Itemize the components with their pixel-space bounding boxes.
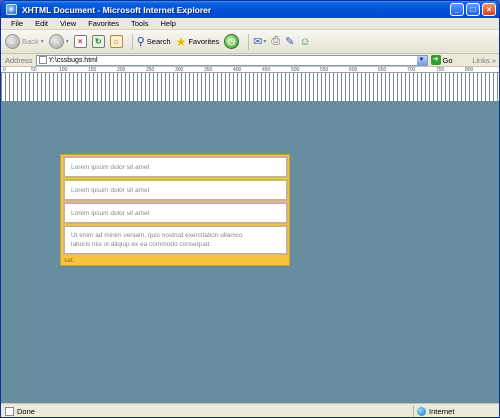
- go-button[interactable]: ➜ Go: [430, 55, 453, 65]
- ruler-tick: 800: [465, 67, 474, 73]
- status-text: Done: [17, 407, 35, 416]
- ruler-tick: 250: [146, 67, 155, 73]
- overflow-text: vat.: [64, 257, 75, 264]
- ruler-tick: 650: [378, 67, 387, 73]
- address-input[interactable]: Y:\cssbugs.html ▼: [35, 54, 428, 66]
- ie-logo-icon: e: [6, 4, 17, 15]
- ruler-tick: 750: [436, 67, 445, 73]
- address-label: Address: [5, 55, 33, 65]
- security-zone[interactable]: Internet: [413, 405, 499, 417]
- ruler-tick: 400: [233, 67, 242, 73]
- search-label: Search: [146, 37, 171, 46]
- globe-icon: [417, 407, 426, 416]
- pixel-ruler: 0 50 100 150 200 250 300 350 400 450 500…: [1, 67, 499, 101]
- go-arrow-icon: ➜: [430, 55, 441, 65]
- ruler-tick: 550: [320, 67, 329, 73]
- edit-icon: ✎: [285, 36, 295, 48]
- ruler-tick: 500: [291, 67, 300, 73]
- page-done-icon: [5, 407, 14, 416]
- forward-icon: →: [48, 34, 64, 49]
- minimize-button[interactable]: _: [450, 3, 464, 16]
- ruler-numbers: 0 50 100 150 200 250 300 350 400 450 500…: [1, 67, 499, 73]
- close-button[interactable]: ×: [482, 3, 496, 16]
- paragraph-item: Ut enim ad minim veniam, quis nostrud ex…: [63, 225, 288, 255]
- ruler-tick: 0: [3, 67, 6, 73]
- title-bar[interactable]: e XHTML Document - Microsoft Internet Ex…: [1, 1, 499, 18]
- paragraph-line: Ut enim ad minim veniam, quis nostrud ex…: [71, 232, 243, 239]
- toolbar-separator: [131, 33, 133, 50]
- browser-window: e XHTML Document - Microsoft Internet Ex…: [0, 0, 500, 418]
- window-title: XHTML Document - Microsoft Internet Expl…: [22, 4, 212, 15]
- page-icon: [38, 56, 47, 64]
- back-dropdown-icon[interactable]: ▾: [41, 38, 44, 45]
- search-icon: ⚲: [136, 36, 145, 48]
- paragraph-line: laboris nisi ut aliquip ex ea commodo co…: [71, 241, 212, 248]
- ruler-tick: 600: [349, 67, 358, 73]
- ruler-tick: 700: [407, 67, 416, 73]
- messenger-icon: ☺: [299, 35, 311, 48]
- menu-bar: File Edit View Favorites Tools Help: [1, 18, 499, 30]
- list-item-text: Lorem ipsum dolor sit amet: [71, 163, 150, 171]
- mail-button[interactable]: ✉ ▾: [253, 35, 266, 48]
- stop-icon: ×: [73, 35, 87, 48]
- menu-view[interactable]: View: [54, 19, 82, 28]
- toolbar-separator: [248, 33, 250, 50]
- status-bar: Done Internet: [1, 403, 499, 417]
- ruler-tick: 200: [117, 67, 126, 73]
- menu-favorites[interactable]: Favorites: [82, 19, 125, 28]
- links-label: Links: [472, 55, 490, 65]
- page-viewport: 0 50 100 150 200 250 300 350 400 450 500…: [1, 67, 499, 403]
- refresh-button[interactable]: ↻: [91, 35, 105, 48]
- history-icon: ◷: [224, 34, 240, 49]
- forward-dropdown-icon[interactable]: ▾: [66, 38, 69, 45]
- maximize-button[interactable]: □: [466, 3, 480, 16]
- mail-dropdown-icon[interactable]: ▾: [263, 38, 266, 45]
- links-button[interactable]: Links »: [472, 56, 496, 65]
- standard-toolbar: ← Back ▾ → ▾ × ↻ ⌂ ⚲ Search ★ Favorites …: [1, 30, 499, 54]
- favorites-star-icon: ★: [175, 34, 187, 49]
- ruler-tick: 50: [31, 67, 37, 73]
- mail-icon: ✉: [253, 36, 263, 48]
- go-label: Go: [442, 55, 453, 65]
- list-item: Lorem ipsum dolor sit amet: [63, 156, 288, 178]
- menu-edit[interactable]: Edit: [29, 19, 54, 28]
- back-label: Back: [22, 37, 39, 46]
- search-button[interactable]: ⚲ Search: [137, 35, 171, 48]
- stop-button[interactable]: ×: [73, 35, 87, 48]
- list-item: Lorem ipsum dolor sit amet: [63, 179, 288, 201]
- menu-file[interactable]: File: [5, 19, 29, 28]
- edit-button[interactable]: ✎: [285, 35, 294, 48]
- list-item: Lorem ipsum dolor sit amet: [63, 202, 288, 224]
- zone-label: Internet: [429, 407, 455, 416]
- home-button[interactable]: ⌂: [109, 35, 123, 48]
- favorites-button[interactable]: ★ Favorites: [176, 35, 220, 49]
- paragraph-text: Ut enim ad minim veniam, quis nostrud ex…: [71, 231, 243, 249]
- messenger-button[interactable]: ☺: [299, 36, 310, 48]
- menu-tools[interactable]: Tools: [125, 19, 155, 28]
- window-controls: _ □ ×: [450, 3, 496, 16]
- back-icon: ←: [5, 34, 20, 49]
- print-icon: ⎙: [271, 35, 281, 47]
- menu-help[interactable]: Help: [155, 19, 182, 28]
- ruler-tick: 350: [204, 67, 213, 73]
- history-button[interactable]: ◷: [224, 34, 240, 49]
- list-item-text: Lorem ipsum dolor sit amet: [71, 209, 150, 217]
- content-panel: Lorem ipsum dolor sit amet Lorem ipsum d…: [60, 154, 290, 266]
- back-button[interactable]: ← Back ▾: [5, 34, 44, 49]
- forward-button[interactable]: → ▾: [48, 34, 69, 49]
- address-dropdown-icon[interactable]: ▼: [416, 55, 427, 65]
- address-bar: Address Y:\cssbugs.html ▼ ➜ Go Links »: [1, 54, 499, 67]
- ruler-tick: 150: [88, 67, 97, 73]
- ruler-tick: 100: [59, 67, 68, 73]
- favorites-label: Favorites: [188, 37, 220, 46]
- refresh-icon: ↻: [91, 35, 105, 48]
- list-item-text: Lorem ipsum dolor sit amet: [71, 186, 150, 194]
- home-icon: ⌂: [109, 35, 123, 48]
- ruler-tick: 450: [262, 67, 271, 73]
- address-url: Y:\cssbugs.html: [48, 56, 98, 64]
- ruler-tick: 300: [175, 67, 184, 73]
- print-button[interactable]: ⎙: [271, 35, 280, 48]
